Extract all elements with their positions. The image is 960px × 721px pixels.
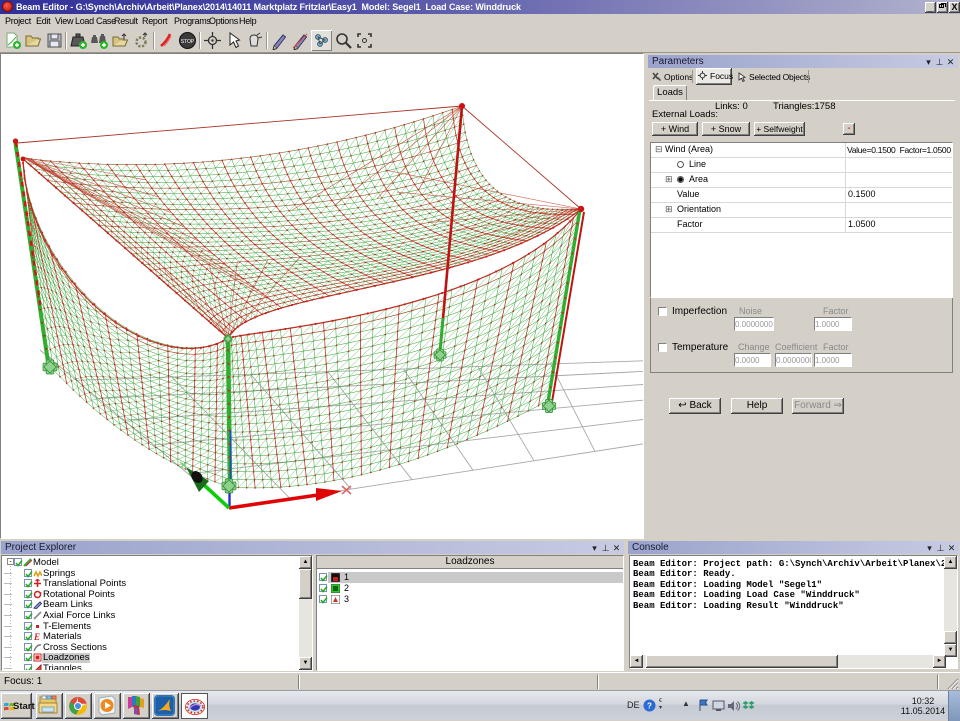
svg-text:?: ? <box>647 702 652 711</box>
svg-text:STOP: STOP <box>181 39 195 45</box>
svg-text:E: E <box>33 632 40 641</box>
